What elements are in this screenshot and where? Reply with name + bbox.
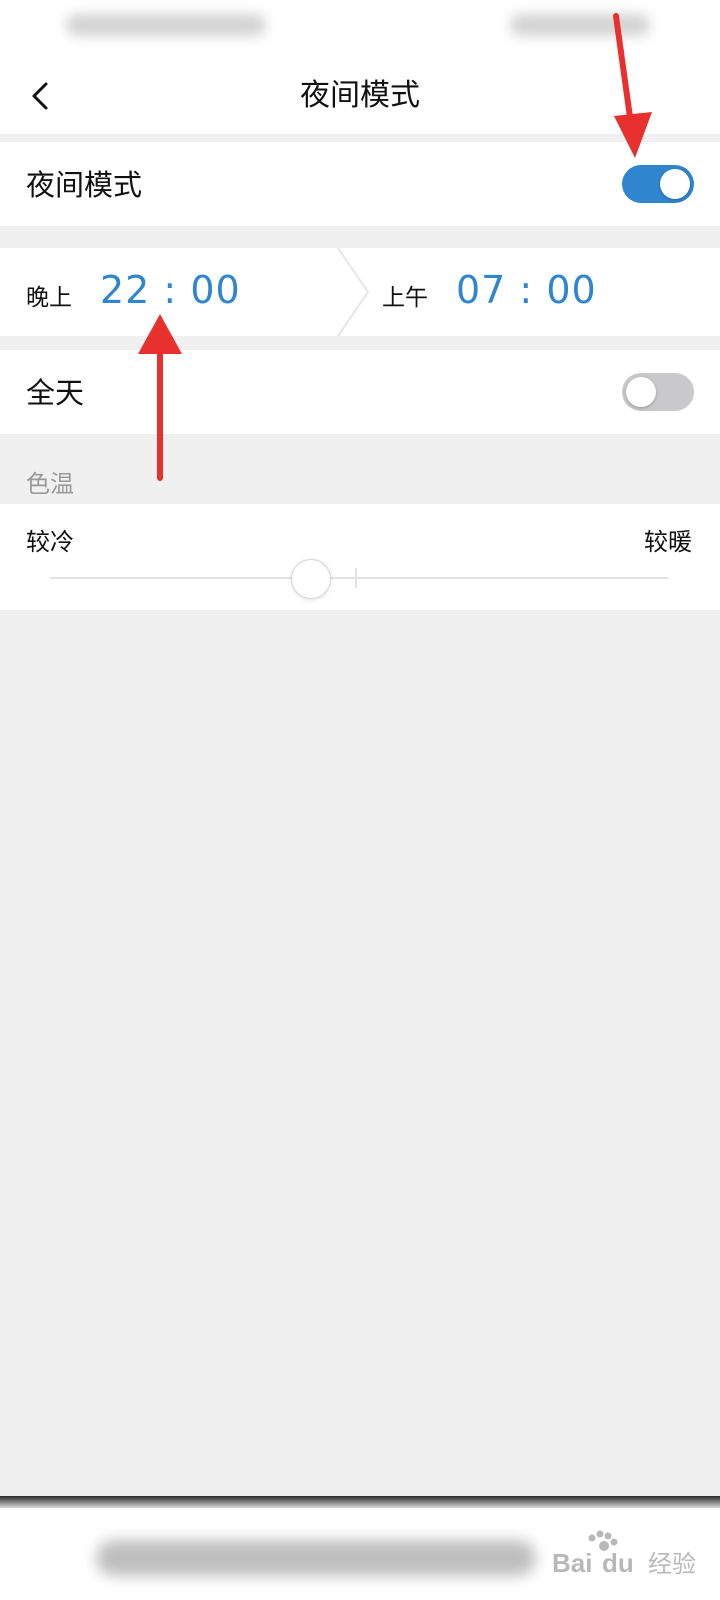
all-day-row: 全天 xyxy=(0,350,720,434)
status-bar-left-blurred xyxy=(66,14,266,36)
end-time-prefix: 上午 xyxy=(382,285,428,311)
end-time-value: 07 : 00 xyxy=(456,268,597,312)
svg-text:经验: 经验 xyxy=(648,1550,696,1578)
bottom-caption-bar: Bai du 经验 xyxy=(0,1496,720,1600)
night-mode-toggle[interactable] xyxy=(622,165,694,203)
baidu-jingyan-watermark-logo: Bai du 经验 xyxy=(552,1530,696,1578)
color-temperature-slider-thumb[interactable] xyxy=(290,559,331,599)
color-temperature-row: 较冷 较暖 xyxy=(0,504,720,610)
schedule-row: 晚上 22 : 00 上午 07 : 00 xyxy=(0,248,720,336)
status-bar xyxy=(0,0,720,58)
chevron-divider-icon xyxy=(337,248,370,336)
end-time-picker[interactable]: 上午 07 : 00 xyxy=(382,248,720,336)
all-day-toggle[interactable] xyxy=(622,373,694,411)
warmer-label: 较暖 xyxy=(644,528,692,556)
svg-text:Bai: Bai xyxy=(552,1548,592,1578)
page-title: 夜间模式 xyxy=(300,78,420,113)
bottom-caption-blurred xyxy=(96,1540,536,1576)
header: 夜间模式 xyxy=(0,58,720,134)
toggle-knob xyxy=(626,377,656,407)
start-time-picker[interactable]: 晚上 22 : 00 xyxy=(0,248,336,336)
night-mode-label: 夜间模式 xyxy=(26,168,143,202)
color-temperature-section-label: 色温 xyxy=(26,470,74,498)
cooler-label: 较冷 xyxy=(26,528,74,556)
color-temperature-slider-track[interactable] xyxy=(50,577,668,579)
night-mode-row: 夜间模式 xyxy=(0,142,720,226)
all-day-label: 全天 xyxy=(26,376,85,410)
start-time-value: 22 : 00 xyxy=(100,268,241,312)
toggle-knob xyxy=(660,169,690,199)
status-bar-right-blurred xyxy=(510,14,650,36)
svg-text:du: du xyxy=(602,1548,634,1578)
bottom-bar-edge xyxy=(0,1496,720,1508)
start-time-prefix: 晚上 xyxy=(26,285,72,311)
slider-center-tick xyxy=(355,568,357,588)
